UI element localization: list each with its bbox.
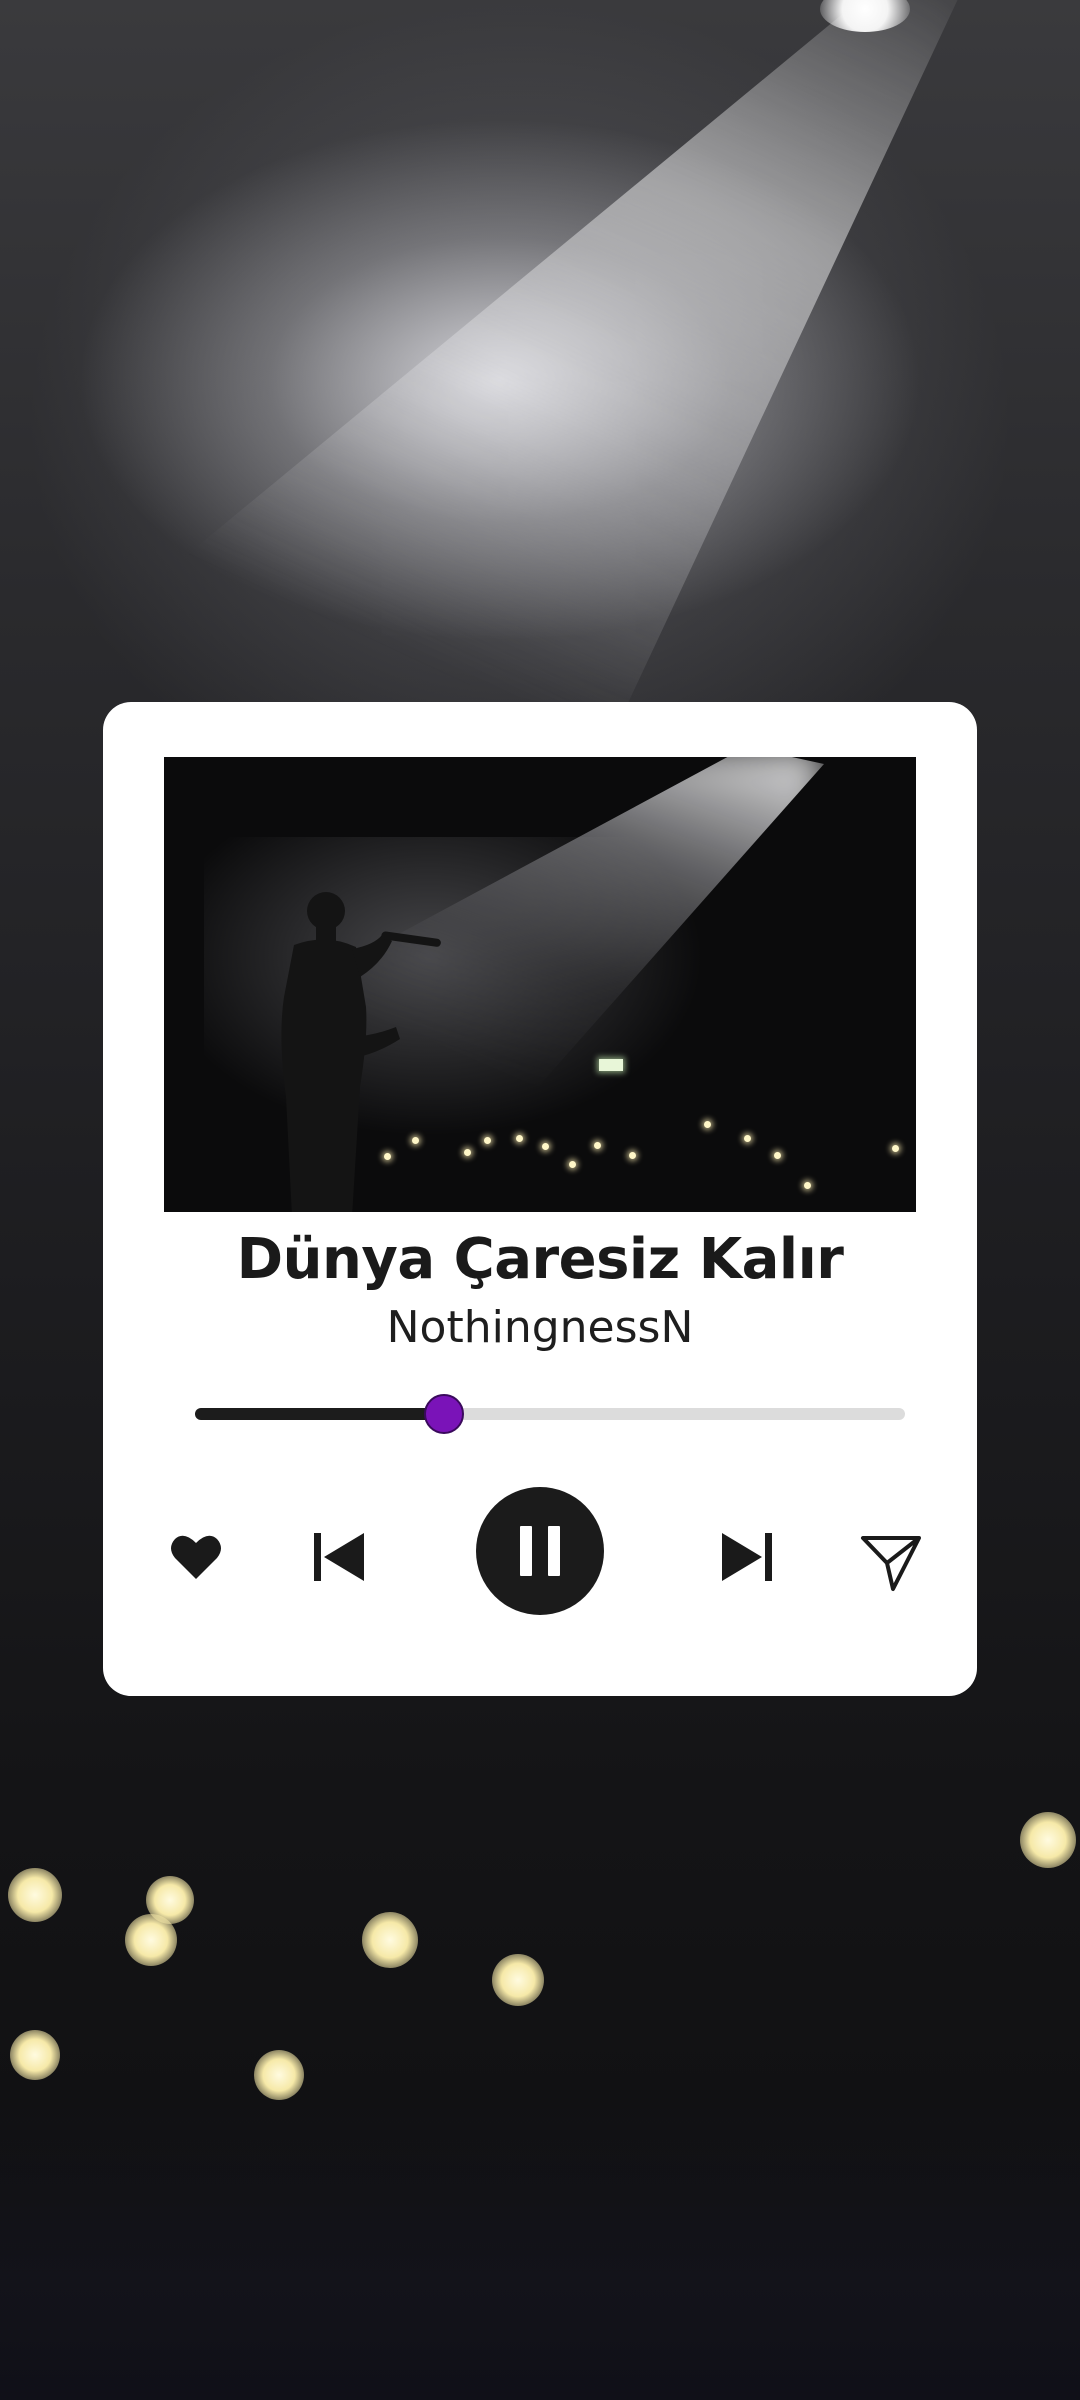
artist-name: NothingnessN <box>386 1302 694 1353</box>
audience-light <box>804 1182 811 1189</box>
singer-silhouette <box>281 892 441 1212</box>
crowd-silhouette <box>0 2100 1080 2400</box>
progress-fill <box>195 1408 444 1420</box>
progress-thumb[interactable] <box>423 1394 464 1434</box>
skip-previous-icon <box>314 1533 364 1581</box>
like-button[interactable] <box>161 1522 231 1592</box>
share-button[interactable] <box>851 1522 931 1602</box>
bokeh-light <box>254 2050 304 2100</box>
song-title: Dünya Çaresiz Kalır <box>236 1227 844 1292</box>
audience-light <box>464 1149 471 1156</box>
album-artwork <box>164 757 916 1212</box>
exit-sign <box>599 1059 623 1071</box>
audience-light <box>412 1137 419 1144</box>
audience-light <box>542 1143 549 1150</box>
next-track-button[interactable] <box>707 1517 787 1597</box>
previous-track-button[interactable] <box>299 1517 379 1597</box>
bokeh-light <box>8 1868 62 1922</box>
music-player-card: Dünya Çaresiz Kalır NothingnessN <box>103 702 977 1696</box>
background-concert-photo: Dünya Çaresiz Kalır NothingnessN <box>0 0 1080 2400</box>
send-icon <box>861 1536 921 1591</box>
skip-next-icon <box>722 1533 772 1581</box>
audience-light <box>484 1137 491 1144</box>
audience-light <box>384 1153 391 1160</box>
audience-light <box>774 1152 781 1159</box>
bokeh-light <box>362 1912 418 1968</box>
bokeh-light <box>1020 1812 1076 1868</box>
audience-light <box>629 1152 636 1159</box>
spotlight-beam <box>125 0 962 720</box>
audience-light <box>569 1161 576 1168</box>
audience-light <box>516 1135 523 1142</box>
bokeh-light <box>10 2030 60 2080</box>
audience-light <box>704 1121 711 1128</box>
heart-icon <box>171 1535 221 1579</box>
bokeh-light <box>125 1914 177 1966</box>
audience-light <box>744 1135 751 1142</box>
play-pause-button[interactable] <box>476 1487 604 1615</box>
audience-light <box>892 1145 899 1152</box>
audience-light <box>594 1142 601 1149</box>
pause-icon <box>520 1526 560 1576</box>
progress-track[interactable] <box>195 1394 905 1434</box>
bokeh-light <box>492 1954 544 2006</box>
